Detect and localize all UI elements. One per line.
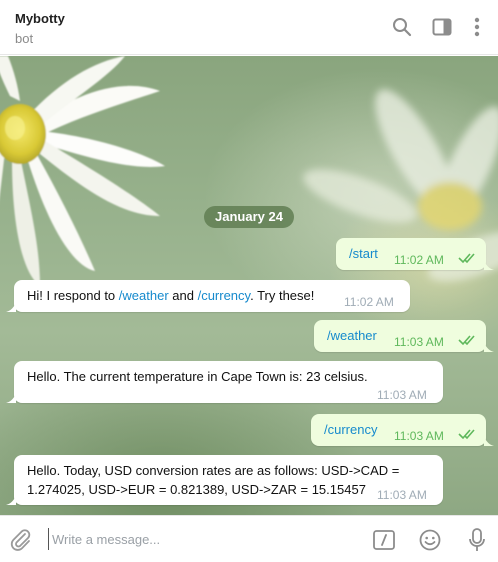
message-text-part: . Try these! (250, 288, 315, 303)
bubble-tail (484, 436, 494, 446)
message-time: 11:03 AM (377, 388, 427, 402)
emoji-icon[interactable] (418, 528, 442, 552)
bubble-tail (484, 260, 494, 270)
message-list[interactable]: January 24 /start 11:02 AM Hi! I respond… (0, 56, 498, 515)
chat-title[interactable]: Mybotty (15, 11, 65, 26)
message-input[interactable] (48, 528, 348, 550)
bot-command-link[interactable]: /currency (198, 288, 251, 303)
double-check-icon (458, 429, 475, 440)
message-time: 11:03 AM (394, 335, 444, 349)
bubble-tail (6, 302, 16, 312)
incoming-message[interactable]: Hello. Today, USD conversion rates are a… (6, 455, 443, 505)
message-text-part: Hi! I respond to (27, 288, 119, 303)
bot-command-link[interactable]: /start (349, 244, 378, 263)
bubble-tail (6, 495, 16, 505)
paperclip-icon[interactable] (9, 528, 33, 552)
message-time: 11:03 AM (377, 488, 427, 502)
outgoing-message[interactable]: /start 11:02 AM (336, 238, 494, 270)
outgoing-message[interactable]: /weather 11:03 AM (314, 320, 494, 352)
outgoing-message[interactable]: /currency 11:03 AM (311, 414, 494, 446)
message-text-line: Hello. Today, USD conversion rates are a… (27, 463, 400, 478)
message-composer (0, 515, 498, 562)
bot-command-link[interactable]: /weather (327, 326, 377, 345)
message-time: 11:02 AM (344, 295, 394, 309)
message-text-line: 1.274025, USD->EUR = 0.821389, USD->ZAR … (27, 482, 366, 497)
message-time: 11:03 AM (394, 429, 444, 443)
bot-command-link[interactable]: /currency (324, 420, 377, 439)
message-time: 11:02 AM (394, 253, 444, 267)
double-check-icon (458, 253, 475, 264)
message-text: Hi! I respond to /weather and /currency.… (27, 286, 314, 305)
incoming-message[interactable]: Hi! I respond to /weather and /currency.… (6, 280, 410, 312)
message-text: Hello. The current temperature in Cape T… (27, 369, 368, 384)
bot-command-link[interactable]: /weather (119, 288, 169, 303)
double-check-icon (458, 335, 475, 346)
search-icon[interactable] (391, 16, 413, 38)
sidebar-toggle-icon[interactable] (431, 16, 453, 38)
microphone-icon[interactable] (465, 528, 489, 552)
incoming-message[interactable]: Hello. The current temperature in Cape T… (6, 361, 443, 403)
chat-header: Mybotty bot (0, 0, 498, 55)
bot-commands-icon[interactable] (372, 528, 396, 552)
bubble-tail (484, 342, 494, 352)
chat-subtitle: bot (15, 31, 34, 46)
date-separator: January 24 (204, 206, 294, 228)
message-text-part: and (168, 288, 198, 303)
more-vertical-icon[interactable] (466, 16, 488, 38)
bubble-tail (6, 393, 16, 403)
